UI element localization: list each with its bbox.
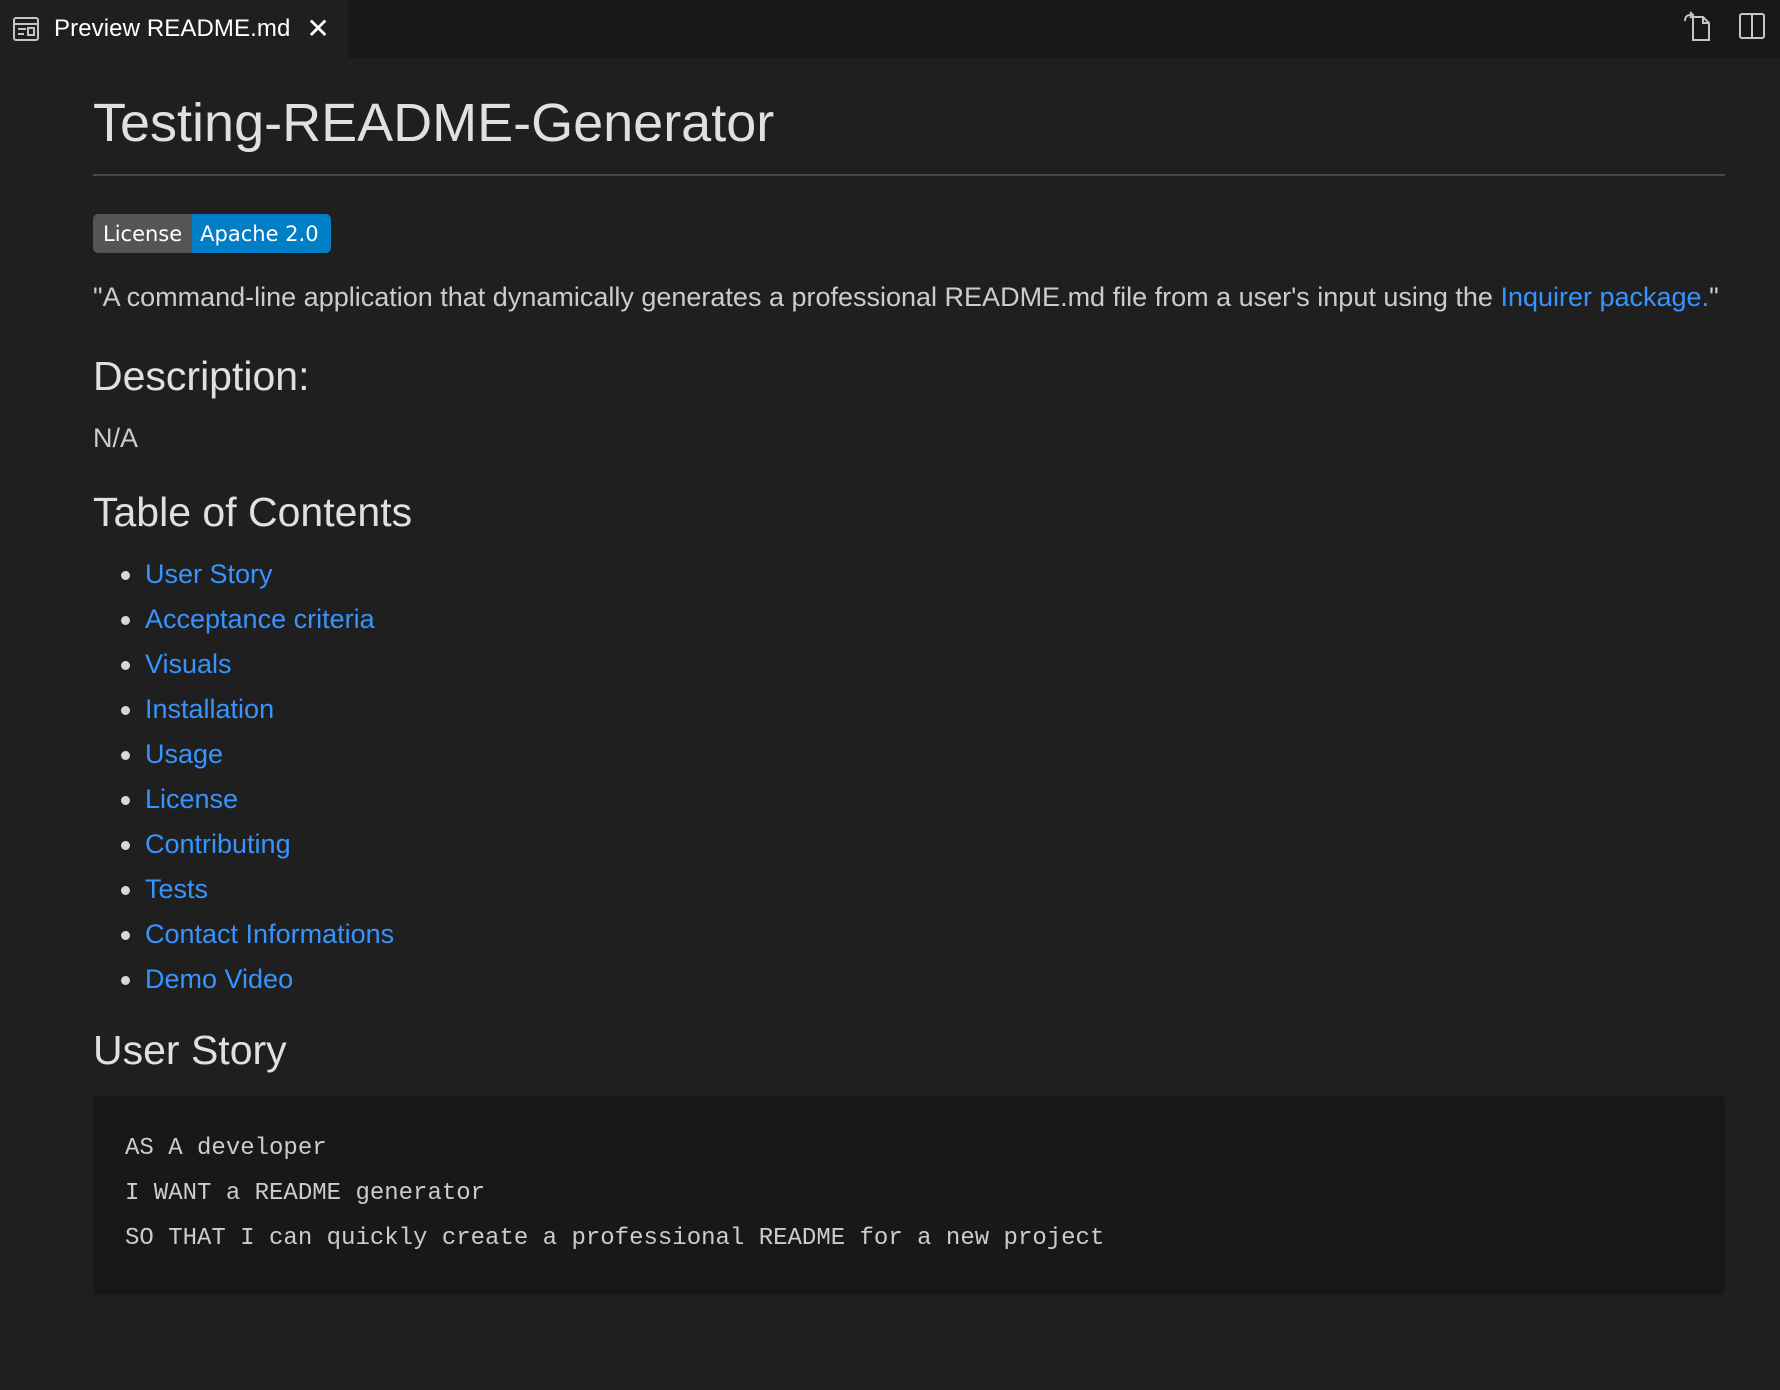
- inquirer-link[interactable]: Inquirer package.: [1500, 282, 1709, 312]
- code-line: I WANT a README generator: [125, 1180, 486, 1207]
- close-icon[interactable]: ✕: [306, 15, 329, 43]
- toc-link-demo-video[interactable]: Demo Video: [145, 964, 293, 994]
- toc-item: Contributing: [121, 822, 1725, 867]
- toc-link-usage[interactable]: Usage: [145, 739, 223, 769]
- code-line: SO THAT I can quickly create a professio…: [125, 1225, 1105, 1252]
- toc-item: Tests: [121, 867, 1725, 912]
- project-summary: "A command-line application that dynamic…: [93, 275, 1725, 320]
- toc-link-visuals[interactable]: Visuals: [145, 649, 232, 679]
- toc-item: Visuals: [121, 642, 1725, 687]
- toc-link-acceptance-criteria[interactable]: Acceptance criteria: [145, 604, 375, 634]
- user-story-code-block: AS A developer I WANT a README generator S…: [93, 1096, 1725, 1295]
- toc-item: User Story: [121, 552, 1725, 597]
- editor-tab-bar: Preview README.md ✕: [0, 0, 1780, 58]
- tab-preview-readme[interactable]: Preview README.md ✕: [0, 0, 348, 58]
- user-story-heading: User Story: [93, 1027, 287, 1073]
- toc-link-installation[interactable]: Installation: [145, 694, 274, 724]
- toc-link-contact-informations[interactable]: Contact Informations: [145, 919, 394, 949]
- tab-label: Preview README.md: [54, 15, 291, 42]
- markdown-preview: Testing-README-Generator License Apache …: [93, 58, 1725, 1295]
- toc-link-tests[interactable]: Tests: [145, 874, 208, 904]
- split-editor-icon[interactable]: [1734, 8, 1770, 44]
- toc-item: Demo Video: [121, 957, 1725, 1002]
- toc-link-contributing[interactable]: Contributing: [145, 829, 291, 859]
- toc-item: Contact Informations: [121, 912, 1725, 957]
- page-title: Testing-README-Generator: [93, 90, 1725, 176]
- code-line: AS A developer: [125, 1135, 327, 1162]
- description-heading: Description:: [93, 353, 310, 399]
- toc-item: Acceptance criteria: [121, 597, 1725, 642]
- toc-link-license[interactable]: License: [145, 784, 238, 814]
- toc-item: Installation: [121, 687, 1725, 732]
- open-source-icon[interactable]: [1680, 8, 1716, 44]
- toc-link-user-story[interactable]: User Story: [145, 559, 273, 589]
- toc-item: License: [121, 777, 1725, 822]
- description-text: N/A: [93, 423, 139, 453]
- toc-item: Usage: [121, 732, 1725, 777]
- badge-value: Apache 2.0: [192, 214, 331, 253]
- summary-quote: ": [1709, 282, 1719, 312]
- badge-label: License: [93, 214, 193, 253]
- toc-list: User Story Acceptance criteria Visuals I…: [93, 552, 1725, 1002]
- license-badge: License Apache 2.0: [93, 214, 331, 253]
- markdown-preview-icon: [12, 16, 40, 42]
- toc-heading: Table of Contents: [93, 489, 413, 535]
- summary-text: "A command-line application that dynamic…: [93, 282, 1501, 312]
